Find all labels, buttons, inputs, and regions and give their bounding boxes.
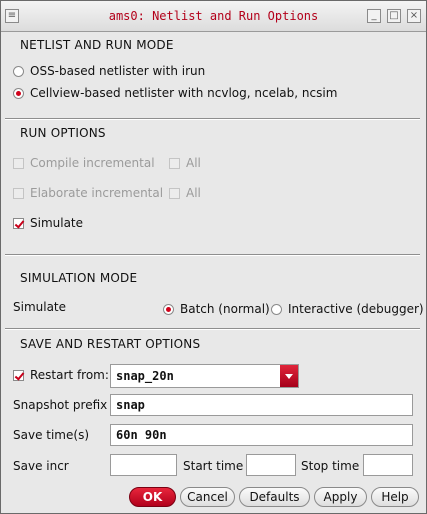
- section-title-simulation-mode: SIMULATION MODE: [20, 271, 138, 285]
- minimize-icon[interactable]: _: [367, 9, 381, 23]
- radio-oss-netlister[interactable]: [13, 66, 24, 77]
- label-simulate: Simulate: [30, 216, 84, 230]
- checkbox-elaborate-all[interactable]: [169, 188, 180, 199]
- radio-cellview-netlister[interactable]: [13, 88, 24, 99]
- section-title-save-restart: SAVE AND RESTART OPTIONS: [20, 337, 201, 351]
- label-snapshot-prefix: Snapshot prefix: [13, 398, 108, 412]
- label-oss-netlister: OSS-based netlister with irun: [30, 64, 206, 78]
- save-times-input[interactable]: 60n 90n: [110, 424, 413, 446]
- section-divider: [5, 254, 420, 256]
- label-restart-from: Restart from:: [30, 368, 109, 382]
- save-incr-input[interactable]: [110, 454, 177, 476]
- restart-from-combo[interactable]: snap_20n: [110, 364, 299, 388]
- label-batch: Batch (normal): [180, 302, 270, 316]
- label-stop-time: Stop time: [301, 459, 360, 473]
- label-elaborate-incremental: Elaborate incremental: [30, 186, 164, 200]
- section-title-netlist: NETLIST AND RUN MODE: [20, 38, 174, 52]
- apply-button[interactable]: Apply: [314, 487, 367, 507]
- label-save-incr: Save incr: [13, 459, 69, 473]
- close-icon[interactable]: ×: [407, 9, 421, 23]
- checkbox-compile-incremental[interactable]: [13, 158, 24, 169]
- stop-time-input[interactable]: [363, 454, 413, 476]
- help-button[interactable]: Help: [371, 487, 419, 507]
- checkbox-elaborate-incremental[interactable]: [13, 188, 24, 199]
- start-time-input[interactable]: [246, 454, 296, 476]
- dialog-window: ≡ ams0: Netlist and Run Options _ □ × NE…: [0, 0, 427, 514]
- label-start-time: Start time: [183, 459, 244, 473]
- chevron-down-icon[interactable]: [280, 365, 298, 387]
- defaults-button[interactable]: Defaults: [239, 487, 310, 507]
- section-divider: [5, 328, 420, 330]
- checkbox-restart-from[interactable]: [13, 370, 24, 381]
- checkbox-compile-all[interactable]: [169, 158, 180, 169]
- label-compile-all: All: [186, 156, 201, 170]
- label-compile-incremental: Compile incremental: [30, 156, 155, 170]
- label-interactive: Interactive (debugger): [288, 302, 424, 316]
- section-title-run-options: RUN OPTIONS: [20, 126, 106, 140]
- radio-interactive[interactable]: [271, 304, 282, 315]
- window-title: ams0: Netlist and Run Options: [108, 9, 319, 23]
- section-divider: [5, 118, 420, 120]
- restart-from-value: snap_20n: [116, 369, 174, 383]
- snapshot-prefix-input[interactable]: snap: [110, 394, 413, 416]
- cancel-button[interactable]: Cancel: [180, 487, 235, 507]
- ok-button[interactable]: OK: [129, 487, 176, 507]
- label-cellview-netlister: Cellview-based netlister with ncvlog, nc…: [30, 86, 338, 100]
- maximize-icon[interactable]: □: [387, 9, 401, 23]
- label-save-times: Save time(s): [13, 428, 89, 442]
- radio-batch[interactable]: [163, 304, 174, 315]
- label-simulate-mode: Simulate: [13, 300, 67, 314]
- checkbox-simulate[interactable]: [13, 218, 24, 229]
- label-elaborate-all: All: [186, 186, 201, 200]
- title-bar[interactable]: ≡ ams0: Netlist and Run Options _ □ ×: [1, 1, 426, 32]
